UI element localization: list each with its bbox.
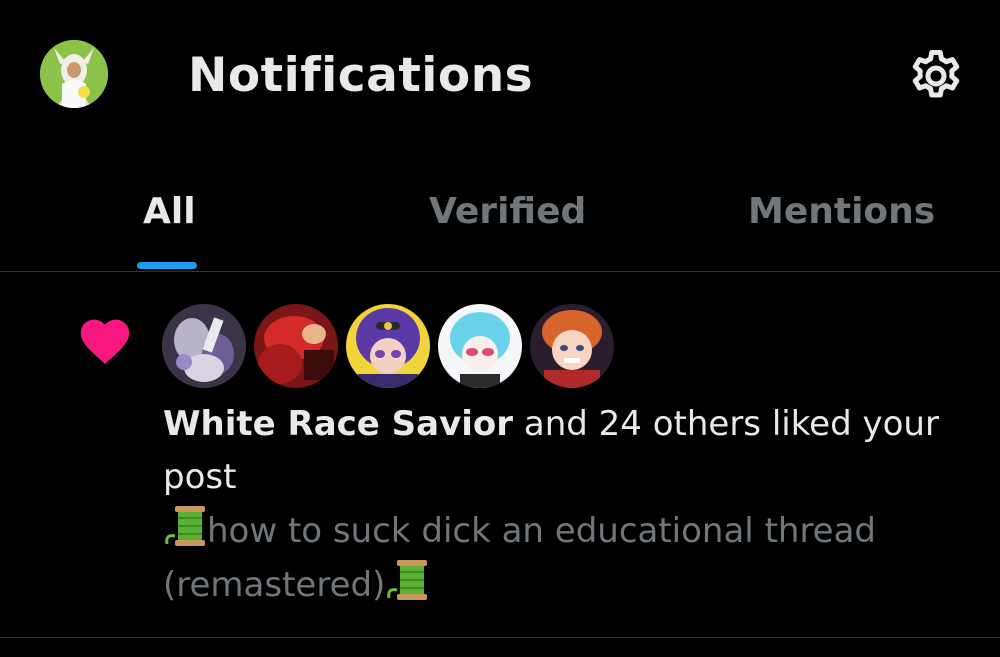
heart-icon bbox=[76, 312, 134, 366]
liker-avatar[interactable] bbox=[346, 304, 430, 388]
notification-tabs: All Verified Mentions bbox=[0, 170, 1000, 270]
page-title: Notifications bbox=[188, 48, 534, 103]
thread-spool-icon bbox=[387, 560, 428, 600]
tab-mentions[interactable]: Mentions bbox=[667, 170, 1000, 270]
notification-text: White Race Savior and 24 others liked yo… bbox=[163, 398, 963, 504]
tab-verified[interactable]: Verified bbox=[333, 170, 667, 270]
tab-all-label: All bbox=[143, 191, 196, 232]
post-preview[interactable]: how to suck dick an educational thread (… bbox=[163, 504, 963, 612]
post-preview-text: how to suck dick an educational thread (… bbox=[163, 511, 877, 605]
notification-divider bbox=[0, 637, 1000, 638]
profile-avatar-image bbox=[40, 40, 108, 108]
gear-icon bbox=[912, 50, 960, 98]
thread-spool-icon bbox=[165, 506, 205, 546]
tab-all[interactable]: All bbox=[0, 170, 333, 270]
top-bar: Notifications bbox=[0, 0, 1000, 150]
notification-item[interactable]: White Race Savior and 24 others liked yo… bbox=[0, 272, 1000, 636]
tab-mentions-label: Mentions bbox=[748, 191, 936, 232]
actor-name[interactable]: White Race Savior bbox=[163, 404, 513, 444]
active-tab-indicator bbox=[137, 262, 197, 269]
tab-verified-label: Verified bbox=[429, 191, 587, 232]
profile-avatar[interactable] bbox=[40, 40, 108, 108]
liker-avatar[interactable] bbox=[254, 304, 338, 388]
liker-avatar[interactable] bbox=[162, 304, 246, 388]
liker-avatar[interactable] bbox=[530, 304, 614, 388]
settings-button[interactable] bbox=[906, 46, 966, 106]
liker-avatar[interactable] bbox=[438, 304, 522, 388]
